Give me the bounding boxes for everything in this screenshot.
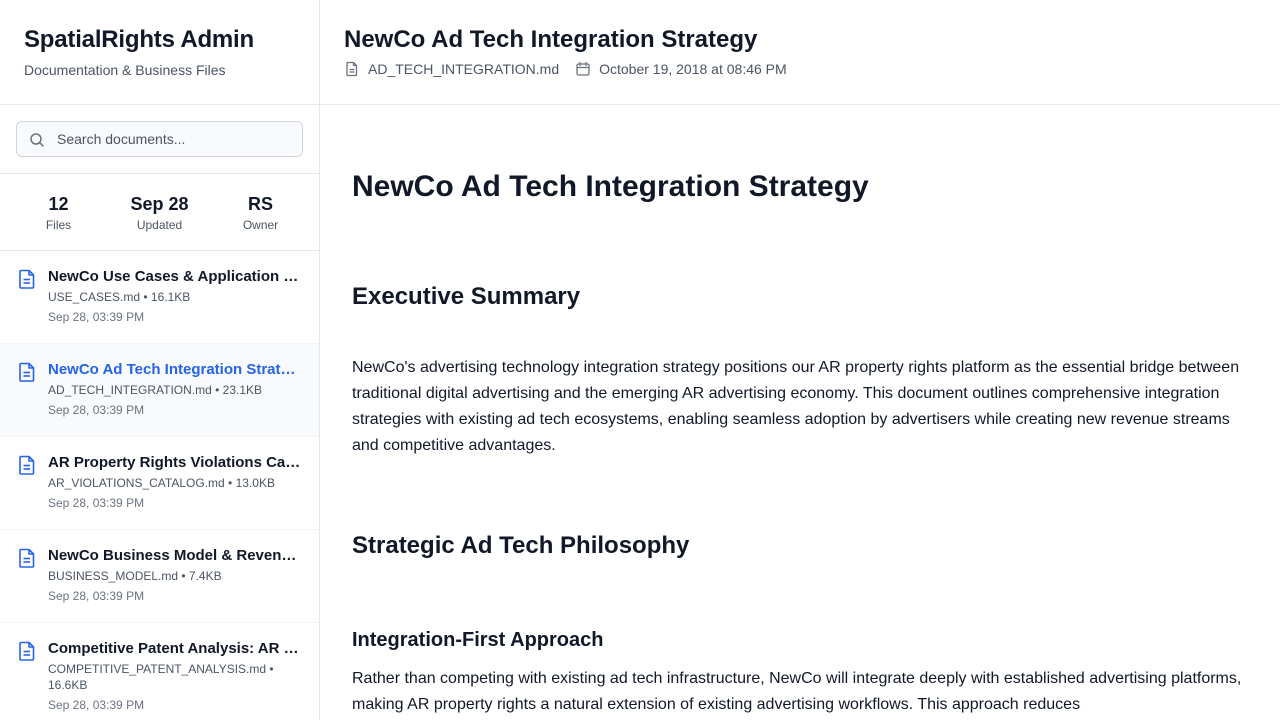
document-title: NewCo Ad Tech Integration Strategy [48, 361, 303, 378]
document-meta: COMPETITIVE_PATENT_ANALYSIS.md • 16.6KB [48, 662, 274, 692]
stats-bar: 12 Files Sep 28 Updated RS Owner [0, 174, 319, 251]
app-title: SpatialRights Admin [24, 26, 254, 53]
content-heading-strategic-philosophy: Strategic Ad Tech Philosophy [352, 532, 690, 559]
content-heading-1: NewCo Ad Tech Integration Strategy [352, 170, 869, 203]
filename-text: AD_TECH_INTEGRATION.md [368, 61, 560, 77]
document-list-item-active[interactable]: NewCo Ad Tech Integration Strategy AD_TE… [0, 344, 319, 437]
stat-owner: RS Owner [210, 174, 311, 250]
stat-value: RS [247, 194, 273, 214]
main-panel: NewCo Ad Tech Integration Strategy AD_TE… [320, 0, 1280, 720]
document-content: NewCo Ad Tech Integration Strategy Execu… [320, 105, 1280, 718]
search-section [0, 105, 319, 174]
document-date: Sep 28, 03:39 PM [48, 698, 145, 712]
date-meta: October 19, 2018 at 08:46 PM [575, 61, 787, 77]
document-list-item[interactable]: AR Property Rights Violations Catalog AR… [0, 437, 319, 530]
document-meta: BUSINESS_MODEL.md • 7.4KB [48, 569, 222, 583]
document-icon [19, 455, 35, 475]
document-title: AR Property Rights Violations Catalog [48, 454, 303, 471]
stat-value: 12 [48, 194, 69, 214]
search-input[interactable] [57, 122, 294, 156]
document-list-item[interactable]: Competitive Patent Analysis: AR Property… [0, 623, 319, 720]
document-meta: USE_CASES.md • 16.1KB [48, 290, 191, 304]
stat-value: Sep 28 [130, 194, 189, 214]
document-list-item[interactable]: NewCo Business Model & Revenue Streams B… [0, 530, 319, 623]
document-icon [19, 362, 35, 382]
document-icon [19, 641, 35, 661]
filename-meta: AD_TECH_INTEGRATION.md [344, 61, 559, 77]
stat-label: Owner [242, 218, 279, 232]
document-icon [19, 548, 35, 568]
document-list-item[interactable]: NewCo Use Cases & Application Scenarios … [0, 251, 319, 344]
document-meta: AD_TECH_INTEGRATION.md • 23.1KB [48, 383, 263, 397]
content-heading-integration-approach: Integration-First Approach [352, 629, 604, 651]
document-meta: AR_VIOLATIONS_CATALOG.md • 13.0KB [48, 476, 275, 490]
calendar-icon [576, 61, 590, 76]
document-date: Sep 28, 03:39 PM [48, 403, 145, 417]
app-subtitle: Documentation & Business Files [24, 62, 226, 78]
content-paragraph-executive-summary: NewCo's advertising technology integrati… [352, 359, 1240, 454]
document-date: Sep 28, 03:39 PM [48, 589, 145, 603]
content-heading-executive-summary: Executive Summary [352, 283, 581, 310]
document-date: Sep 28, 03:39 PM [48, 310, 145, 324]
search-icon [30, 133, 44, 147]
stat-updated: Sep 28 Updated [109, 174, 210, 250]
document-list: NewCo Use Cases & Application Scenarios … [0, 251, 319, 720]
document-title: NewCo Business Model & Revenue Streams [48, 547, 303, 564]
document-date: Sep 28, 03:39 PM [48, 496, 145, 510]
document-title: NewCo Use Cases & Application Scenarios [48, 268, 303, 285]
document-title: Competitive Patent Analysis: AR Property… [48, 640, 303, 657]
document-header: NewCo Ad Tech Integration Strategy AD_TE… [320, 0, 1280, 105]
stat-label: Updated [136, 218, 183, 232]
document-header-meta: AD_TECH_INTEGRATION.md October 19, 2018 … [344, 61, 1256, 77]
document-icon [19, 269, 35, 289]
stat-label: Files [45, 218, 72, 232]
date-text: October 19, 2018 at 08:46 PM [599, 61, 787, 77]
content-paragraph-integration-approach: Rather than competing with existing ad t… [352, 670, 1242, 713]
document-header-title: NewCo Ad Tech Integration Strategy [344, 26, 758, 53]
stat-files: 12 Files [8, 174, 109, 250]
brand-header: SpatialRights Admin Documentation & Busi… [0, 0, 319, 105]
sidebar: SpatialRights Admin Documentation & Busi… [0, 0, 320, 720]
search-box [16, 121, 303, 157]
file-icon [346, 61, 358, 77]
